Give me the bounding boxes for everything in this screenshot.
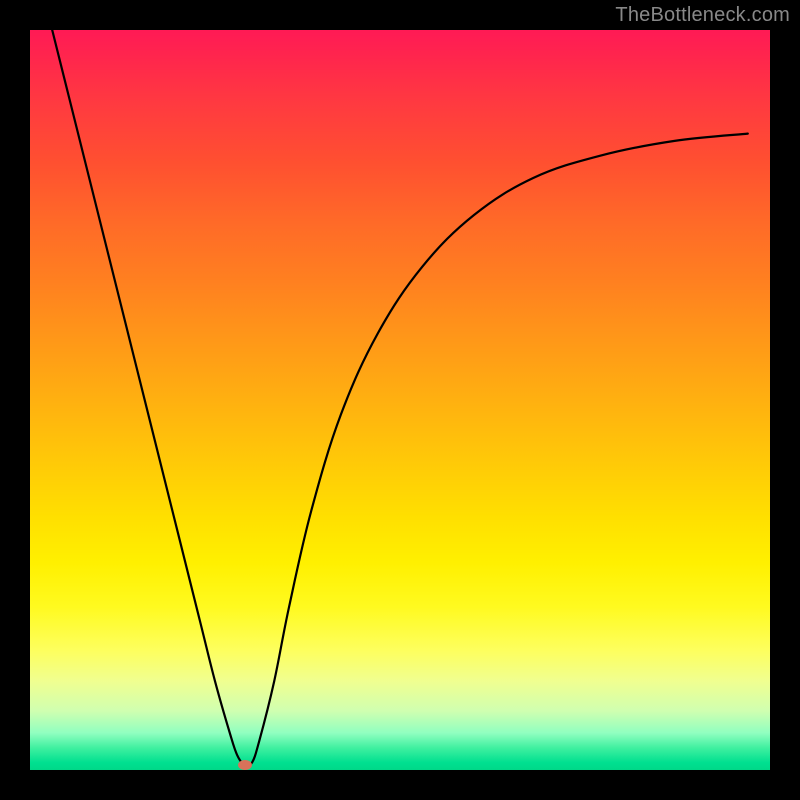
curve-svg [30,30,770,770]
bottleneck-curve-path [52,30,748,766]
minimum-marker [238,760,252,770]
bottleneck-chart: TheBottleneck.com [0,0,800,800]
plot-area [30,30,770,770]
watermark-text: TheBottleneck.com [615,4,790,27]
